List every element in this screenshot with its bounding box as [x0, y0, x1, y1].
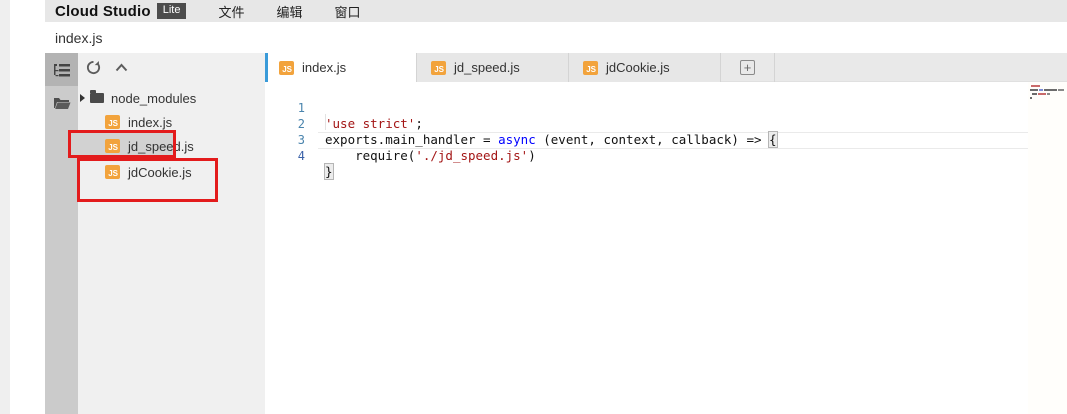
folder-icon: [90, 93, 104, 103]
js-file-icon: JS: [431, 61, 446, 75]
refresh-icon[interactable]: [86, 60, 101, 75]
file-explorer: node_modules JS index.js JS jd_speed.js …: [78, 53, 265, 414]
tab-label: index.js: [302, 60, 346, 75]
new-tab-cell: +: [721, 53, 775, 82]
line-number: 4: [265, 148, 305, 164]
matched-bracket-close: }: [325, 164, 333, 179]
js-file-icon: JS: [279, 61, 294, 75]
collapse-up-icon[interactable]: [115, 63, 128, 72]
code-line-1: 1 'use strict';: [265, 84, 1067, 100]
js-file-icon: JS: [105, 115, 120, 129]
tree-view-icon[interactable]: [45, 53, 78, 86]
open-folder-icon[interactable]: [45, 86, 78, 119]
annotation-box-jd-speed: [68, 130, 176, 158]
menu-window[interactable]: 窗口: [335, 2, 361, 21]
tree-item-node-modules[interactable]: node_modules: [78, 86, 265, 110]
tab-index-js[interactable]: JS index.js: [265, 53, 417, 82]
tab-label: jdCookie.js: [606, 60, 670, 75]
code-line-4: 4 }: [265, 132, 1067, 148]
breadcrumb-filename: index.js: [55, 30, 102, 46]
app-logo: Cloud Studio: [55, 3, 151, 20]
annotation-box-jdcookie: [77, 158, 218, 202]
explorer-toolbar: [78, 53, 265, 81]
breadcrumb: index.js: [45, 22, 1067, 53]
menu-file[interactable]: 文件: [218, 2, 244, 21]
chevron-right-icon[interactable]: [80, 94, 85, 102]
code-line-2: 2 exports.main_handler = async (event, c…: [265, 100, 1067, 116]
activity-bar: [45, 53, 78, 414]
minimap[interactable]: [1028, 82, 1067, 414]
cloud-studio-window: Cloud Studio Lite 文件 编辑 窗口 index.js: [0, 0, 1067, 414]
tree-item-label: node_modules: [111, 91, 196, 106]
tree-item-label: index.js: [128, 115, 172, 130]
code-editor[interactable]: 1 'use strict'; 2 exports.main_handler =…: [265, 82, 1067, 414]
new-tab-plus-icon[interactable]: +: [740, 60, 755, 75]
code-line-3: 3 require('./jd_speed.js'): [265, 116, 1067, 132]
lite-badge: Lite: [157, 3, 187, 19]
menu-edit[interactable]: 编辑: [276, 2, 302, 21]
js-file-icon: JS: [583, 61, 598, 75]
menu-bar: Cloud Studio Lite 文件 编辑 窗口: [45, 0, 1067, 22]
tab-jdcookie-js[interactable]: JS jdCookie.js: [569, 53, 721, 82]
tab-label: jd_speed.js: [454, 60, 520, 75]
tab-jd-speed-js[interactable]: JS jd_speed.js: [417, 53, 569, 82]
editor-tab-bar: JS index.js JS jd_speed.js JS jdCookie.j…: [265, 53, 1067, 82]
page-left-gutter: [0, 0, 10, 414]
